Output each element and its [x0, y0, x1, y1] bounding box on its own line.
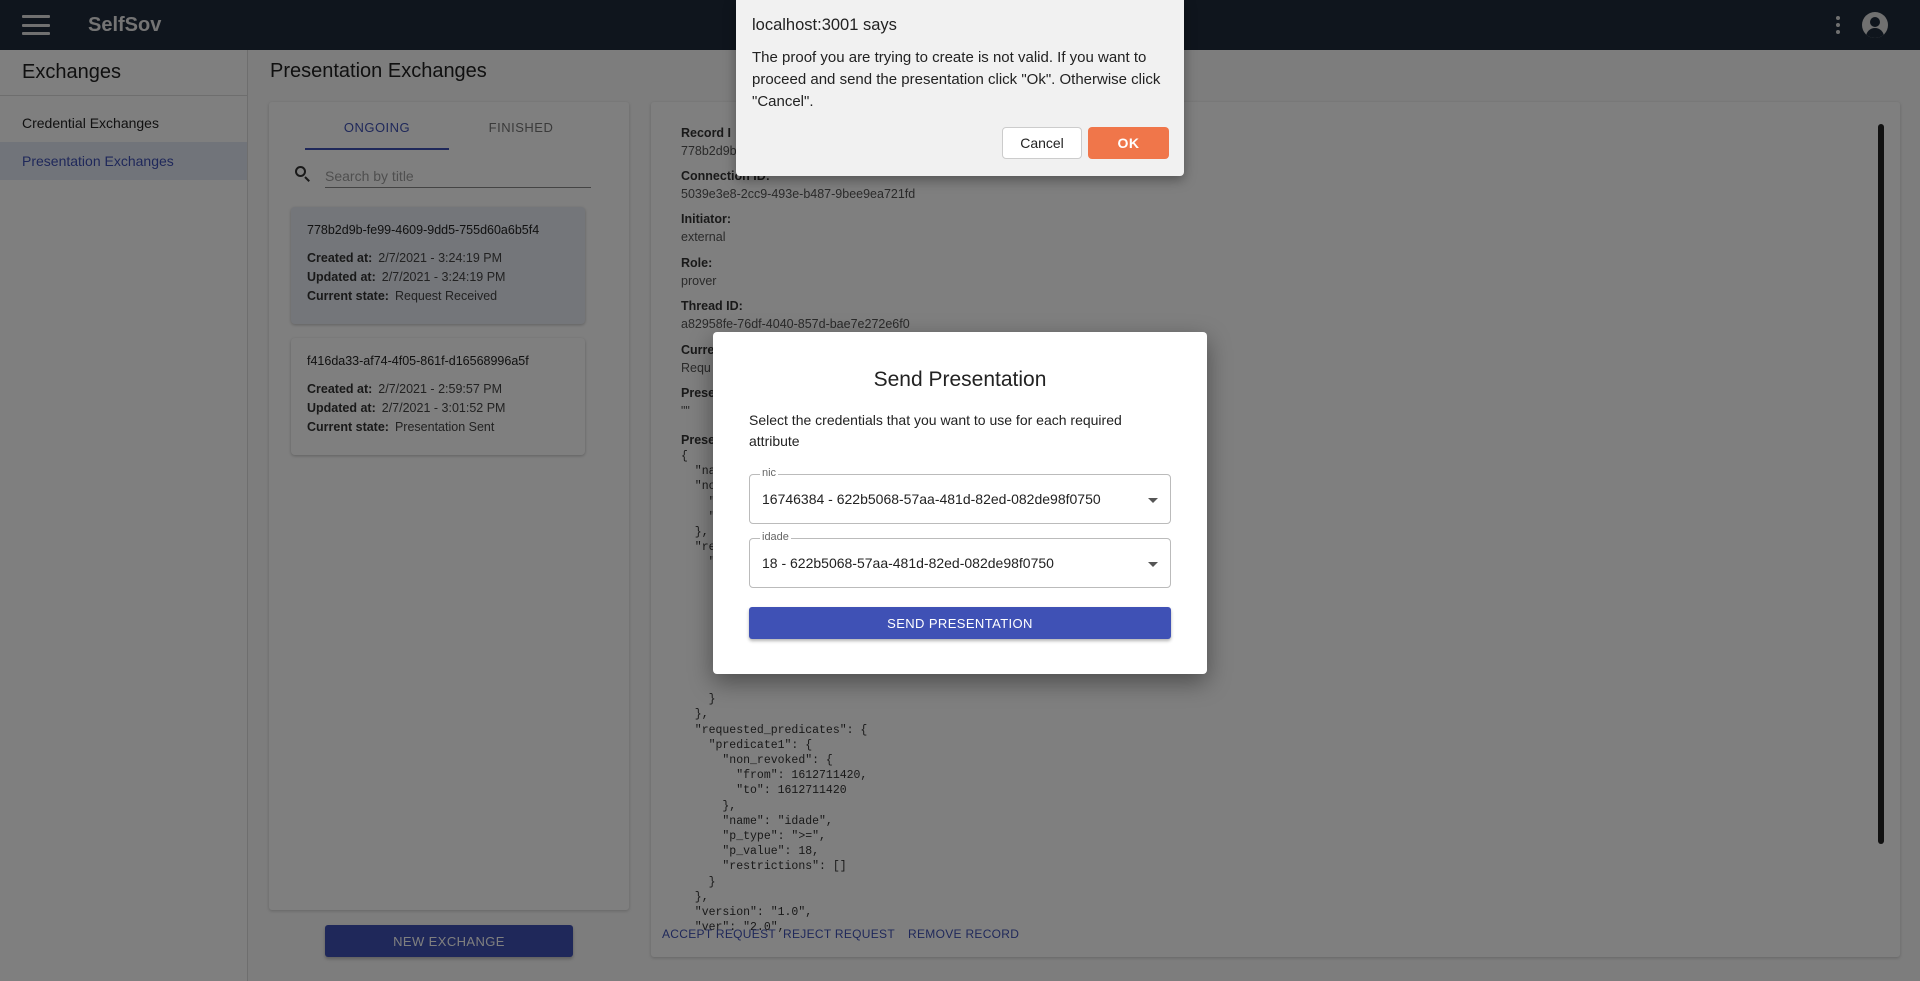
nic-select-label: nic: [760, 467, 779, 479]
idade-select[interactable]: idade 18 - 622b5068-57aa-481d-82ed-082de…: [749, 531, 1171, 588]
alert-message: The proof you are trying to create is no…: [752, 49, 1161, 110]
dialog-description: Select the credentials that you want to …: [749, 412, 1122, 449]
send-presentation-button[interactable]: SEND PRESENTATION: [749, 607, 1171, 639]
nic-select[interactable]: nic 16746384 - 622b5068-57aa-481d-82ed-0…: [749, 467, 1171, 524]
idade-select-label: idade: [760, 531, 791, 543]
cancel-button[interactable]: Cancel: [1002, 127, 1082, 159]
nic-select-value: 16746384 - 622b5068-57aa-481d-82ed-082de…: [762, 491, 1101, 507]
ok-button[interactable]: OK: [1088, 127, 1169, 159]
alert-title: localhost:3001 says: [752, 16, 897, 34]
dropdown-arrow-icon: [1148, 498, 1158, 503]
browser-confirm-dialog: localhost:3001 says The proof you are tr…: [736, 0, 1184, 176]
idade-select-value: 18 - 622b5068-57aa-481d-82ed-082de98f075…: [762, 555, 1054, 571]
send-presentation-dialog: Send Presentation Select the credentials…: [713, 332, 1207, 674]
dropdown-arrow-icon: [1148, 562, 1158, 567]
dialog-title: Send Presentation: [873, 368, 1047, 391]
